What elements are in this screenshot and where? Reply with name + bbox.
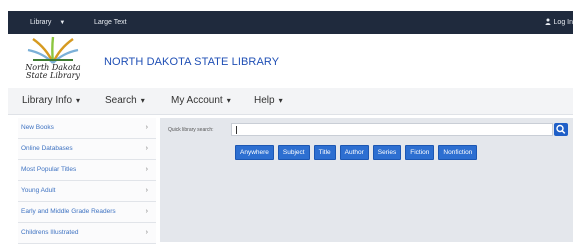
site-title[interactable]: NORTH DAKOTA STATE LIBRARY — [104, 56, 279, 68]
chevron-right-icon: › — [145, 187, 148, 194]
sidebar-item-label: Childrens Illustrated — [21, 229, 79, 236]
chevron-right-icon: › — [145, 208, 148, 215]
sidebar-item-most-popular-titles[interactable]: Most Popular Titles › — [18, 160, 156, 181]
caret-down-icon: ▾ — [226, 96, 231, 105]
filter-fiction-button[interactable]: Fiction — [405, 145, 435, 160]
filter-title-button[interactable]: Title — [313, 145, 336, 160]
filter-author-button[interactable]: Author — [339, 145, 369, 160]
login-label: Log In — [553, 19, 573, 26]
filter-anywhere-button[interactable]: Anywhere — [235, 145, 274, 160]
nav-my-account[interactable]: My Account ▾ — [171, 88, 231, 114]
sidebar-item-label: Young Adult — [21, 187, 56, 194]
sidebar: New Books › Online Databases › Most Popu… — [18, 118, 156, 244]
nav-help[interactable]: Help ▾ — [254, 88, 283, 114]
caret-down-icon: ▼ — [59, 20, 66, 26]
sidebar-item-online-databases[interactable]: Online Databases › — [18, 139, 156, 160]
login-link[interactable]: Log In — [545, 11, 573, 34]
page-frame: Library ▼ Large Text Log In North Dakota — [0, 0, 573, 244]
main-navigation: Library Info ▾ Search ▾ My Account ▾ Help ▾ — [8, 88, 573, 115]
nav-label: Search — [105, 95, 137, 106]
user-icon — [545, 18, 551, 25]
chevron-right-icon: › — [145, 145, 148, 152]
sidebar-item-childrens-illustrated[interactable]: Childrens Illustrated › — [18, 223, 156, 244]
wheat-icon — [27, 36, 79, 64]
nav-library-info[interactable]: Library Info ▾ — [22, 88, 80, 114]
library-logo[interactable]: North Dakota State Library — [21, 36, 85, 86]
search-filters: Anywhere Subject Title Author Series Fic… — [235, 145, 478, 160]
nav-label: Library Info — [22, 95, 73, 106]
sidebar-item-label: Most Popular Titles — [21, 166, 77, 173]
library-menu-label: Library — [30, 19, 52, 26]
search-input[interactable] — [231, 123, 553, 136]
site-header: North Dakota State Library NORTH DAKOTA … — [8, 34, 573, 88]
sidebar-item-early-middle-grade[interactable]: Early and Middle Grade Readers › — [18, 202, 156, 223]
caret-down-icon: ▾ — [76, 96, 81, 105]
window-edge — [0, 0, 5, 242]
sidebar-item-new-books[interactable]: New Books › — [18, 118, 156, 139]
caret-down-icon: ▾ — [140, 96, 145, 105]
large-text-toggle[interactable]: Large Text — [94, 11, 127, 34]
search-icon — [556, 124, 566, 134]
library-menu[interactable]: Library ▼ — [30, 11, 65, 35]
quick-search-label: Quick library search: — [168, 127, 214, 133]
top-utility-bar: Library ▼ Large Text Log In — [8, 11, 573, 34]
nav-label: My Account — [171, 95, 223, 106]
filter-subject-button[interactable]: Subject — [277, 145, 310, 160]
chevron-right-icon: › — [145, 124, 148, 131]
chevron-right-icon: › — [145, 229, 148, 236]
nav-search[interactable]: Search ▾ — [105, 88, 145, 114]
text-cursor — [236, 126, 237, 134]
sidebar-item-young-adult[interactable]: Young Adult › — [18, 181, 156, 202]
main-content: Quick library search: Anywhere Subject T… — [160, 118, 573, 242]
logo-text: North Dakota State Library — [21, 64, 85, 80]
sidebar-item-label: Online Databases — [21, 145, 73, 152]
nav-label: Help — [254, 95, 275, 106]
filter-series-button[interactable]: Series — [372, 145, 402, 160]
logo-text-line-2: State Library — [26, 71, 80, 80]
caret-down-icon: ▾ — [278, 96, 283, 105]
filter-nonfiction-button[interactable]: Nonfiction — [438, 145, 478, 160]
search-button[interactable] — [554, 123, 568, 136]
chevron-right-icon: › — [145, 166, 148, 173]
sidebar-item-label: New Books — [21, 124, 54, 131]
sidebar-item-label: Early and Middle Grade Readers — [21, 208, 116, 215]
